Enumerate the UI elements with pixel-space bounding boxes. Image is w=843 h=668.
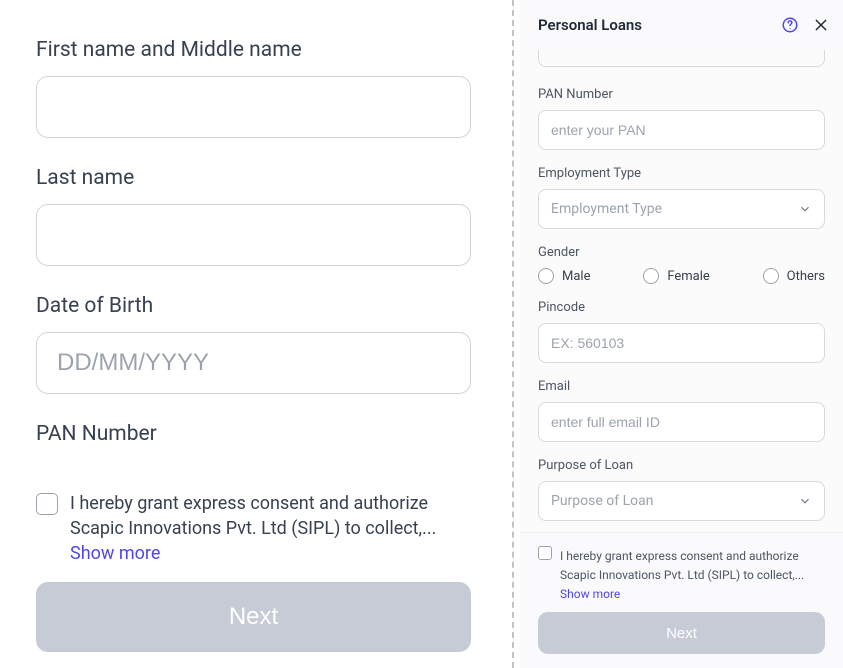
partial-field-top	[538, 50, 825, 67]
dob-label: Date of Birth	[36, 294, 471, 318]
dob-input[interactable]	[36, 332, 471, 394]
gender-radio-male[interactable]: Male	[538, 268, 590, 284]
gender-radio-group: Male Female Others	[538, 268, 825, 284]
email-input[interactable]	[538, 402, 825, 442]
left-bottom-bar: I hereby grant express consent and autho…	[0, 473, 507, 668]
gender-female-label: Female	[667, 269, 709, 284]
panel-title: Personal Loans	[538, 16, 642, 34]
right-next-button[interactable]: Next	[538, 612, 825, 654]
pan-label: PAN Number	[538, 87, 825, 102]
pan-number-label: PAN Number	[36, 422, 471, 446]
employment-type-value: Employment Type	[551, 201, 662, 217]
pincode-label: Pincode	[538, 300, 825, 315]
left-form: First name and Middle name Last name Dat…	[0, 0, 507, 668]
consent-text: I hereby grant express consent and autho…	[70, 493, 436, 539]
consent-checkbox[interactable]	[36, 493, 58, 515]
vertical-divider	[512, 0, 514, 668]
employment-type-label: Employment Type	[538, 166, 825, 181]
chevron-down-icon	[798, 202, 812, 216]
right-form-body: PAN Number Employment Type Employment Ty…	[520, 50, 843, 521]
employment-type-select[interactable]: Employment Type	[538, 189, 825, 229]
purpose-select[interactable]: Purpose of Loan	[538, 481, 825, 521]
pincode-input[interactable]	[538, 323, 825, 363]
first-middle-name-input[interactable]	[36, 76, 471, 138]
gender-male-label: Male	[562, 269, 590, 284]
last-name-label: Last name	[36, 166, 471, 190]
show-more-link[interactable]: Show more	[70, 543, 471, 564]
right-consent-text: I hereby grant express consent and autho…	[560, 549, 804, 582]
gender-radio-others[interactable]: Others	[763, 268, 825, 284]
right-header: Personal Loans	[520, 0, 843, 50]
radio-icon	[763, 268, 779, 284]
right-panel: Personal Loans PAN Number Employment Typ…	[520, 0, 843, 668]
gender-radio-female[interactable]: Female	[643, 268, 709, 284]
chevron-down-icon	[798, 494, 812, 508]
purpose-value: Purpose of Loan	[551, 493, 653, 509]
right-consent-checkbox[interactable]	[538, 546, 552, 560]
help-icon[interactable]	[781, 16, 799, 34]
right-consent-row: I hereby grant express consent and autho…	[538, 545, 825, 602]
close-icon[interactable]	[813, 17, 829, 33]
radio-icon	[643, 268, 659, 284]
right-bottom-bar: I hereby grant express consent and autho…	[520, 532, 843, 668]
radio-icon	[538, 268, 554, 284]
right-show-more-link[interactable]: Show more	[560, 587, 620, 601]
first-middle-name-label: First name and Middle name	[36, 38, 471, 62]
gender-label: Gender	[538, 245, 825, 260]
gender-others-label: Others	[787, 269, 825, 284]
email-label: Email	[538, 379, 825, 394]
consent-row: I hereby grant express consent and autho…	[36, 491, 471, 564]
purpose-label: Purpose of Loan	[538, 458, 825, 473]
last-name-input[interactable]	[36, 204, 471, 266]
pan-input[interactable]	[538, 110, 825, 150]
next-button[interactable]: Next	[36, 582, 471, 652]
